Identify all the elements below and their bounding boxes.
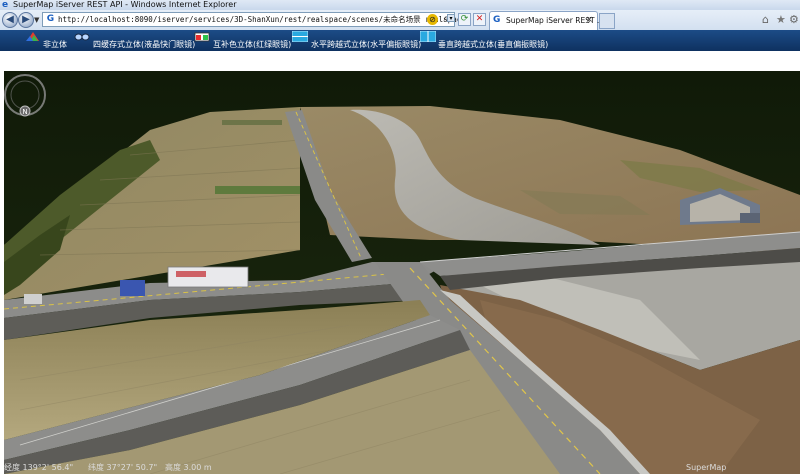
refresh-icon[interactable]: ⟳ [458, 13, 471, 26]
address-dropdown-icon[interactable]: ▾ [447, 14, 455, 22]
address-url[interactable]: http://localhost:8090/iserver/services/3… [58, 14, 466, 26]
compass-north-label: N [22, 108, 27, 116]
horizontal-polarized-icon [292, 31, 308, 42]
gear-icon[interactable]: ⚙ [789, 13, 799, 26]
navigation-bar: ◀ ▶ ▼ G http://localhost:8090/iserver/se… [0, 10, 800, 30]
browser-tab[interactable]: G SuperMap iServer REST ... × [489, 11, 604, 30]
forward-arrow-icon: ▶ [22, 14, 30, 25]
address-bar[interactable]: G http://localhost:8090/iserver/services… [42, 12, 466, 27]
tab-favicon-icon: G [493, 15, 501, 25]
vertical-polarized-button[interactable]: 垂直跨越式立体(垂直偏振眼镜) [420, 30, 550, 51]
latitude-readout: 纬度 37°27' 50.7" [88, 463, 158, 472]
scene-viewport[interactable]: N [0, 51, 800, 474]
stereo-toolbar: 非立体 四缓存式立体(液晶快门眼镜) 互补色立体(红绿眼镜) 水平跨越式立体(水… [0, 30, 800, 51]
horizontal-polarized-button[interactable]: 水平跨越式立体(水平偏振眼镜) [292, 30, 421, 51]
home-icon[interactable]: ⌂ [762, 13, 769, 26]
forward-button[interactable]: ▶ [18, 12, 34, 28]
vertical-polarized-icon [420, 31, 436, 42]
mono-view-label: 非立体 [43, 40, 67, 49]
history-dropdown-icon[interactable]: ▼ [34, 16, 39, 24]
supermap-credit: SuperMap [686, 463, 727, 472]
window-title: SuperMap iServer REST API - Windows Inte… [13, 0, 237, 9]
stop-icon[interactable]: ✕ [473, 13, 486, 26]
new-tab-button[interactable] [599, 13, 615, 29]
anaglyph-glasses-label: 互补色立体(红绿眼镜) [213, 40, 292, 49]
back-arrow-icon: ◀ [6, 14, 14, 25]
shutter-glasses-icon [74, 33, 90, 41]
compass-control[interactable]: N [0, 73, 50, 121]
mono-view-button[interactable]: 非立体 [25, 30, 75, 51]
title-bar: e SuperMap iServer REST API - Windows In… [0, 0, 800, 10]
terrain-scene[interactable] [0, 51, 800, 474]
vertical-polarized-label: 垂直跨越式立体(垂直偏振眼镜) [438, 40, 549, 49]
longitude-readout: 经度 139°2' 56.4" [4, 463, 74, 472]
anaglyph-glasses-button[interactable]: 互补色立体(红绿眼镜) [194, 30, 294, 51]
site-favicon-icon: G [46, 14, 55, 24]
anaglyph-glasses-icon [194, 32, 210, 42]
star-icon[interactable]: ★ [776, 13, 786, 26]
ie-logo-icon: e [2, 0, 9, 10]
horizontal-polarized-label: 水平跨越式立体(水平偏振眼镜) [311, 40, 422, 49]
shutter-glasses-button[interactable]: 四缓存式立体(液晶快门眼镜) [74, 30, 195, 51]
altitude-readout: 高度 3.00 m [165, 463, 212, 472]
status-bar: 经度 139°2' 56.4" 纬度 37°27' 50.7" 高度 3.00 … [0, 462, 680, 474]
shutter-glasses-label: 四缓存式立体(液晶快门眼镜) [93, 40, 196, 49]
back-button[interactable]: ◀ [2, 12, 18, 28]
compatibility-view-icon[interactable]: ⊘ [427, 14, 438, 25]
mono-view-icon [26, 32, 39, 41]
tab-close-icon[interactable]: × [585, 15, 593, 25]
